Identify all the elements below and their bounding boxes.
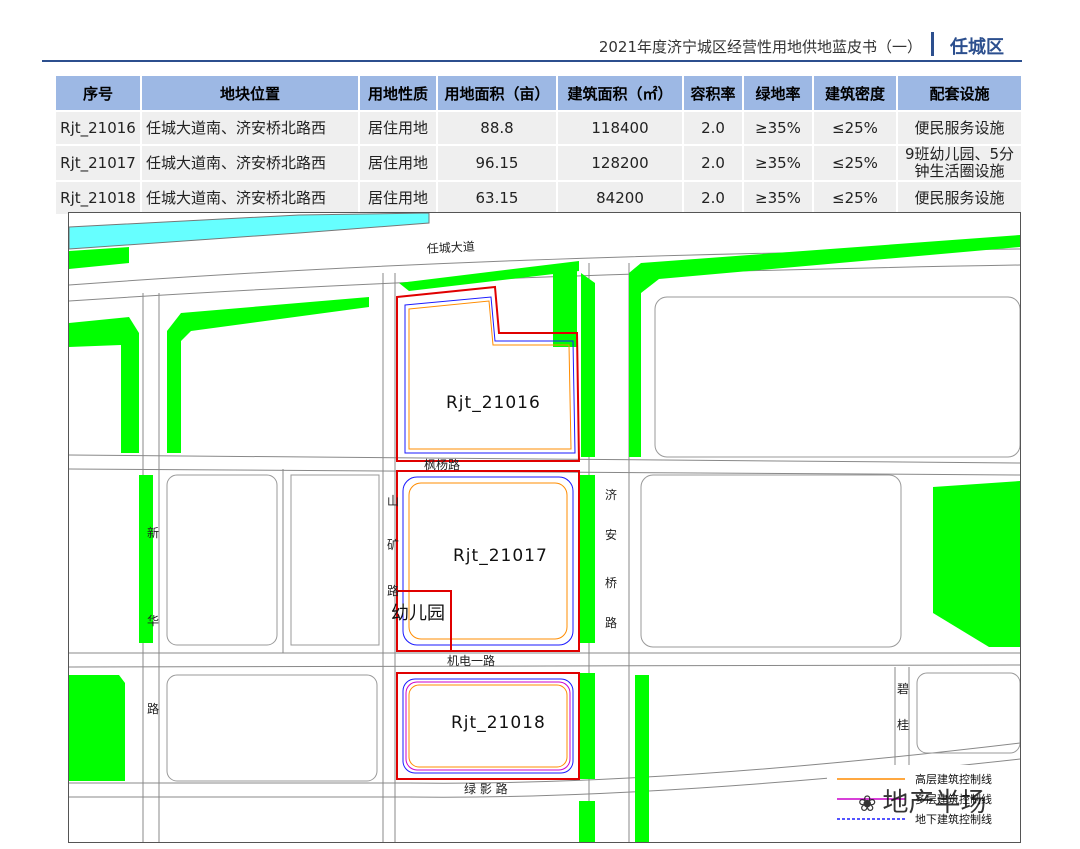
table-cell: 居住用地 — [360, 146, 436, 180]
table-cell: 任城大道南、济安桥北路西 — [142, 112, 358, 144]
road-label-jianqiao: 桥 — [605, 576, 617, 590]
table-header-row: 序号 地块位置 用地性质 用地面积（亩） 建筑面积（㎡） 容积率 绿地率 建筑密… — [56, 76, 1021, 110]
green-area — [581, 273, 595, 457]
paw-icon: ❀ — [858, 792, 877, 817]
col-header: 建筑面积（㎡） — [558, 76, 682, 110]
road-label-jianqiao: 路 — [605, 615, 617, 630]
green-area — [579, 673, 595, 779]
table-cell: 居住用地 — [360, 112, 436, 144]
header-separator — [931, 32, 934, 56]
green-area — [167, 297, 369, 453]
col-header: 容积率 — [684, 76, 742, 110]
green-area — [579, 475, 595, 643]
table-row: Rjt_21017 任城大道南、济安桥北路西 居住用地 96.15 128200… — [56, 146, 1021, 180]
col-header: 用地性质 — [360, 76, 436, 110]
plot-table: 序号 地块位置 用地性质 用地面积（亩） 建筑面积（㎡） 容积率 绿地率 建筑密… — [54, 74, 1023, 216]
road-label-shankuang: 山 — [387, 494, 399, 508]
road-label-bigui: 碧 — [897, 682, 909, 696]
region-label: 任城区 — [950, 37, 1004, 58]
green-area — [69, 675, 125, 781]
col-header: 配套设施 — [898, 76, 1021, 110]
site-plan-svg: 任城大道 枫杨路 机电一路 绿 影 路 山 矿 路 新 华 路 济 安 桥 路 … — [69, 213, 1020, 842]
report-title: 2021年度济宁城区经营性用地供地蓝皮书（一） — [598, 38, 922, 56]
block-outline — [166, 474, 278, 646]
green-area — [629, 235, 1020, 457]
kindergarten-label: 幼儿园 — [391, 603, 445, 624]
green-area — [933, 481, 1020, 647]
road-label-xinhua: 路 — [147, 701, 159, 716]
block-outline — [916, 672, 1020, 754]
table-cell: 任城大道南、济安桥北路西 — [142, 146, 358, 180]
watermark: ❀ 地产半场 — [858, 782, 986, 819]
page-header: 2021年度济宁城区经营性用地供地蓝皮书（一） 任城区 — [42, 30, 1022, 62]
road-label-fengyang: 枫杨路 — [424, 457, 460, 472]
table-cell: ≤25% — [814, 112, 896, 144]
watermark-text: 地产半场 — [882, 788, 987, 818]
green-area — [399, 261, 579, 291]
table-cell: 84200 — [558, 182, 682, 214]
col-header: 地块位置 — [142, 76, 358, 110]
road-label-jianqiao: 安 — [605, 527, 617, 542]
parcel-label-21018: Rjt_21018 — [451, 713, 546, 733]
green-area — [69, 317, 139, 453]
table-cell: 118400 — [558, 112, 682, 144]
table-cell: ≥35% — [744, 112, 812, 144]
parcel-label-21016: Rjt_21016 — [446, 393, 541, 413]
road-label-shankuang: 矿 — [387, 538, 399, 552]
table-cell: Rjt_21017 — [56, 146, 140, 180]
parcel-label-21017: Rjt_21017 — [453, 546, 548, 566]
col-header: 用地面积（亩） — [438, 76, 556, 110]
road-label-rencheng: 任城大道 — [426, 240, 475, 256]
road-line — [69, 664, 1020, 668]
table-cell: 88.8 — [438, 112, 556, 144]
water-channel — [69, 213, 430, 250]
table-row: Rjt_21016 任城大道南、济安桥北路西 居住用地 88.8 118400 … — [56, 112, 1021, 144]
table-cell: Rjt_21018 — [56, 182, 140, 214]
table-cell: 2.0 — [684, 182, 742, 214]
table-cell: 2.0 — [684, 112, 742, 144]
green-belt — [69, 247, 129, 269]
block-outline — [654, 296, 1020, 458]
table-cell: 便民服务设施 — [898, 112, 1021, 144]
block-outline — [640, 474, 902, 648]
green-area — [553, 271, 577, 347]
road-label-xinhua: 新 — [147, 525, 159, 540]
block-outline — [290, 474, 380, 646]
road-label-jianqiao: 济 — [605, 487, 617, 502]
table-row: Rjt_21018 任城大道南、济安桥北路西 居住用地 63.15 84200 … — [56, 182, 1021, 214]
road-label-bigui: 桂 — [897, 717, 909, 732]
high-control-line — [408, 300, 572, 450]
table-cell: 63.15 — [438, 182, 556, 214]
col-header: 建筑密度 — [814, 76, 896, 110]
site-plan-map: 任城大道 枫杨路 机电一路 绿 影 路 山 矿 路 新 华 路 济 安 桥 路 … — [68, 212, 1021, 843]
road-label-jidian: 机电一路 — [447, 653, 495, 668]
col-header: 序号 — [56, 76, 140, 110]
table-cell: Rjt_21016 — [56, 112, 140, 144]
table-cell: 任城大道南、济安桥北路西 — [142, 182, 358, 214]
road-label-lvying: 绿 影 路 — [464, 781, 508, 796]
table-cell: ≥35% — [744, 182, 812, 214]
block-outline — [166, 674, 378, 782]
table-cell: ≥35% — [744, 146, 812, 180]
road-label-shankuang: 路 — [387, 583, 399, 598]
table-cell: 居住用地 — [360, 182, 436, 214]
table-cell: 9班幼儿园、5分钟生活圈设施 — [898, 146, 1021, 180]
green-area — [635, 675, 649, 842]
green-area — [579, 801, 595, 842]
table-cell: 便民服务设施 — [898, 182, 1021, 214]
col-header: 绿地率 — [744, 76, 812, 110]
table-cell: 2.0 — [684, 146, 742, 180]
table-cell: ≤25% — [814, 182, 896, 214]
table-cell: ≤25% — [814, 146, 896, 180]
under-control-line — [404, 296, 576, 454]
road-label-xinhua: 华 — [147, 614, 159, 628]
table-cell: 96.15 — [438, 146, 556, 180]
parcel-boundary — [396, 285, 581, 462]
table-cell: 128200 — [558, 146, 682, 180]
